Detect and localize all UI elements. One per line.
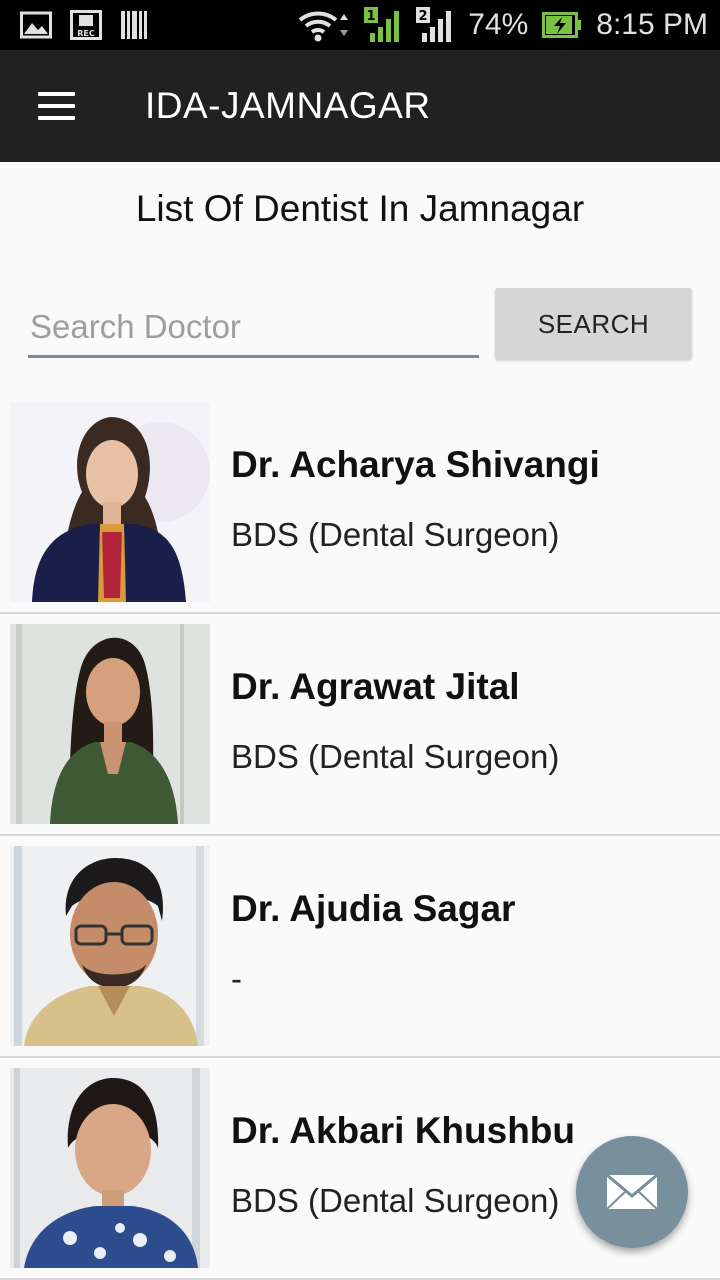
doctor-name: Dr. Akbari Khushbu [231, 1110, 576, 1151]
doctor-qualification: - [231, 960, 242, 997]
system-status: 1 2 74% 8:15 PM [296, 0, 708, 50]
doctor-qualification: BDS (Dental Surgeon) [231, 738, 560, 775]
status-bar: REC 1 2 74% 8:15 PM [0, 0, 720, 50]
doctor-photo [10, 1068, 210, 1268]
email-fab-button[interactable] [576, 1136, 688, 1248]
sim2-label: 2 [419, 9, 428, 24]
wifi-icon [298, 11, 349, 42]
doctor-photo [10, 402, 210, 602]
search-button[interactable]: SEARCH [495, 288, 692, 360]
sim1-label: 1 [367, 9, 376, 24]
screen-record-icon: REC [70, 10, 102, 40]
signal-sim2-icon: 2 [416, 7, 452, 42]
doctor-name: Dr. Agrawat Jital [231, 666, 520, 707]
battery-charging-icon [542, 12, 582, 38]
doctor-photo [10, 846, 210, 1046]
page-heading: List Of Dentist In Jamnagar [135, 188, 585, 229]
rec-label: REC [77, 29, 95, 38]
doctor-name: Dr. Ajudia Sagar [231, 888, 516, 929]
doctor-name: Dr. Acharya Shivangi [231, 444, 600, 485]
app-title: IDA-JAMNAGAR [145, 85, 431, 126]
envelope-icon [606, 1174, 658, 1210]
doctor-list-item[interactable]: Dr. Agrawat Jital BDS (Dental Surgeon) [0, 614, 720, 836]
clock: 8:15 PM [596, 8, 708, 41]
doctor-list-item[interactable]: Dr. Ajudia Sagar - [0, 836, 720, 1058]
barcode-icon [121, 11, 147, 39]
app-bar: IDA-JAMNAGAR [0, 50, 720, 162]
hamburger-menu-icon[interactable] [30, 86, 82, 126]
doctor-list-item[interactable]: Dr. Acharya Shivangi BDS (Dental Surgeon… [0, 392, 720, 614]
signal-sim1-icon: 1 [364, 7, 400, 42]
battery-percent: 74% [468, 8, 529, 41]
doctor-qualification: BDS (Dental Surgeon) [231, 1182, 560, 1219]
doctor-photo [10, 624, 210, 824]
gallery-icon [20, 11, 52, 39]
notification-icons: REC [20, 10, 148, 40]
doctor-qualification: BDS (Dental Surgeon) [231, 516, 560, 553]
search-doctor-input[interactable] [28, 298, 479, 358]
